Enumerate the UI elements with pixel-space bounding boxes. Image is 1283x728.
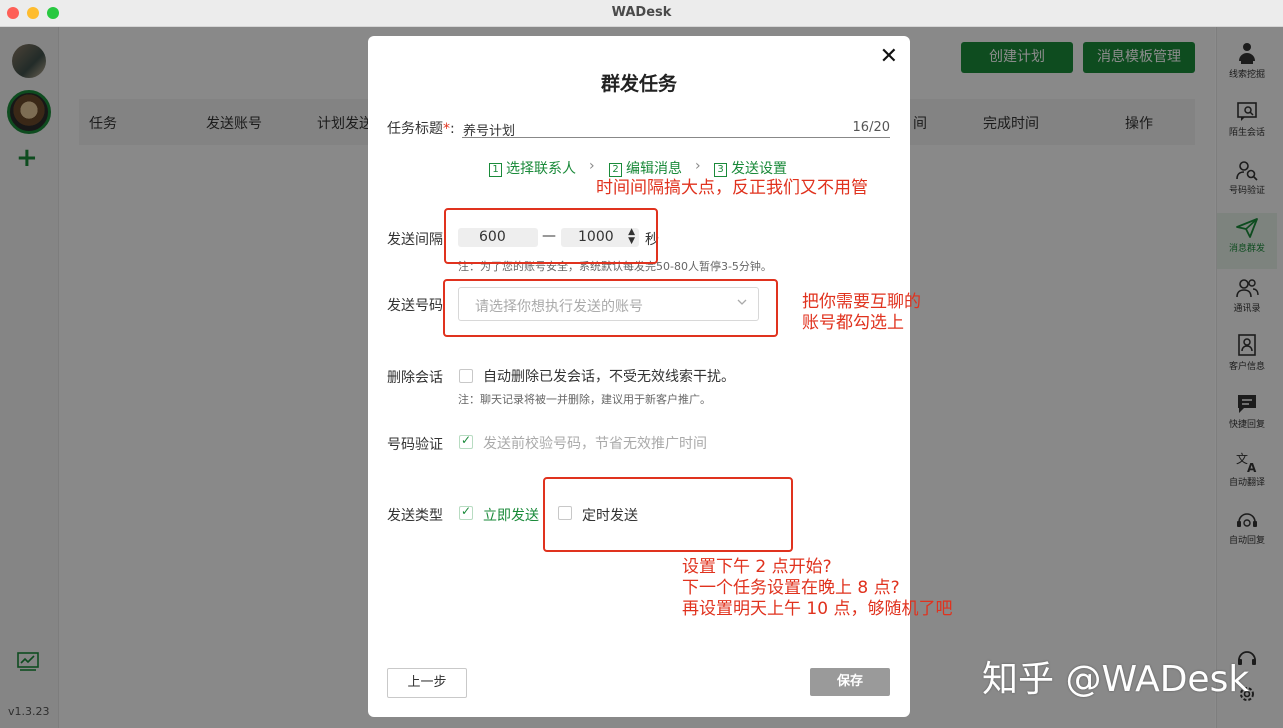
window-titlebar: WADesk [0, 0, 1283, 27]
step-send-settings[interactable]: 3 发送设置 [714, 158, 787, 178]
send-type-label: 发送类型 [387, 508, 443, 524]
task-title-char-count: 16/20 [852, 120, 890, 135]
number-verify-label: 号码验证 [387, 437, 443, 453]
zhihu-watermark: 知乎 @WADesk [982, 659, 1250, 700]
delete-session-note: 注：聊天记录将被一并删除，建议用于新客户推广。 [458, 393, 711, 406]
delete-session-label: 删除会话 [387, 370, 443, 386]
account-label: 发送号码 [387, 298, 443, 314]
task-title-input[interactable]: 养号计划 16/20 [462, 120, 890, 139]
annotation-box-interval [444, 208, 658, 264]
send-now-checkbox[interactable] [459, 504, 473, 520]
save-button[interactable]: 保存 [810, 668, 890, 696]
annotation-interval-tip: 时间间隔搞大点，反正我们又不用管 [596, 178, 868, 198]
chevron-right-icon: › [589, 158, 595, 174]
previous-step-button[interactable]: 上一步 [387, 668, 467, 698]
annotation-box-schedule [543, 477, 793, 552]
annotation-box-account [443, 279, 778, 337]
chevron-right-icon: › [695, 158, 701, 174]
task-title-label: 任务标题*: [387, 121, 455, 137]
dialog-title: 群发任务 [600, 73, 677, 95]
annotation-schedule-tip-2: 下一个任务设置在晚上 8 点? [682, 578, 900, 598]
annotation-schedule-tip-1: 设置下午 2 点开始? [682, 557, 832, 577]
step-edit-message[interactable]: 2 编辑消息 [609, 158, 682, 178]
step-select-contacts[interactable]: 1 选择联系人 [489, 158, 576, 178]
send-now-option[interactable]: 立即发送 [483, 505, 539, 525]
task-title-value: 养号计划 [463, 124, 516, 139]
delete-session-option[interactable]: 自动删除已发会话，不受无效线索干扰。 [483, 366, 735, 386]
annotation-schedule-tip-3: 再设置明天上午 10 点，够随机了吧 [682, 599, 953, 619]
close-icon[interactable]: ✕ [880, 44, 898, 69]
annotation-account-tip-2: 账号都勾选上 [802, 313, 904, 333]
annotation-account-tip-1: 把你需要互聊的 [802, 292, 921, 312]
delete-session-checkbox[interactable] [459, 369, 473, 383]
interval-label: 发送间隔 [387, 232, 443, 248]
window-title: WADesk [611, 5, 672, 20]
number-verify-checkbox[interactable] [459, 433, 473, 449]
number-verify-option[interactable]: 发送前校验号码，节省无效推广时间 [483, 433, 707, 453]
